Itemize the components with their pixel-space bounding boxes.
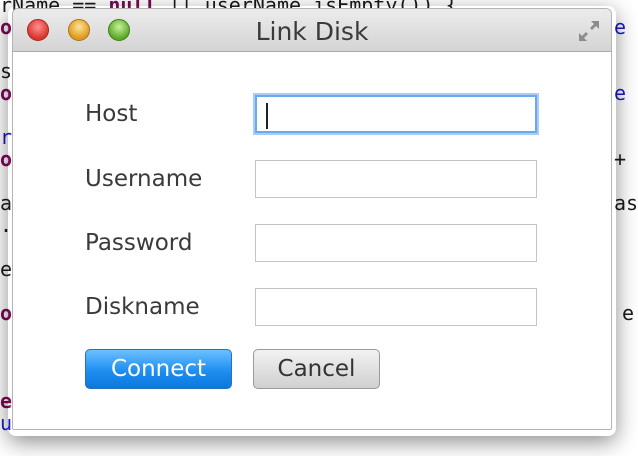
code-fragment: + ( (614, 147, 627, 171)
code-fragment: as (614, 191, 638, 215)
password-label: Password (85, 230, 193, 256)
connect-button[interactable]: Connect (85, 349, 232, 389)
username-input[interactable] (255, 160, 537, 198)
title-bar[interactable]: Link Disk (13, 9, 611, 52)
diskname-input[interactable] (255, 288, 537, 326)
link-disk-form: Host Username Password Diskname Connect … (13, 51, 611, 429)
window-title: Link Disk (255, 17, 369, 46)
link-disk-dialog: Link Disk Host Username Password Disknam… (12, 8, 612, 430)
host-input[interactable] (255, 95, 537, 133)
cancel-button[interactable]: Cancel (253, 349, 380, 389)
text-cursor (266, 103, 268, 129)
password-input[interactable] (255, 224, 537, 262)
code-fragment: e (622, 301, 635, 325)
host-label: Host (85, 101, 138, 127)
diskname-label: Diskname (85, 294, 200, 320)
fullscreen-arrows-icon[interactable] (575, 17, 603, 45)
username-label: Username (85, 166, 203, 192)
